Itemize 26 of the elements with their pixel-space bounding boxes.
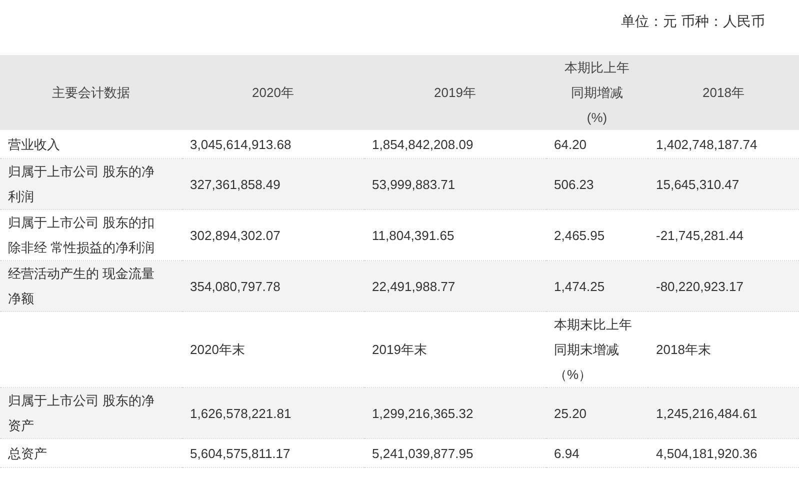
table-cell: -80,220,923.17: [648, 260, 799, 312]
unit-note: 单位：元 币种：人民币: [621, 13, 765, 29]
row-label: 归属于上市公司 股东的净资产: [0, 388, 182, 438]
row-label: 经营活动产生的 现金流量净额: [0, 260, 182, 312]
table-cell: 22,491,988.77: [364, 260, 546, 312]
table-cell: 1,626,578,221.81: [182, 388, 364, 438]
table-cell: 6.94: [546, 438, 648, 468]
table-cell: 327,361,858.49: [182, 158, 364, 210]
column-header: 2020年: [182, 55, 364, 130]
row-label: 总资产: [0, 438, 182, 468]
table-cell: 15,645,310.47: [648, 158, 799, 210]
column-header: 本期比上年同期增减(%): [546, 55, 648, 130]
table-cell: 1,245,216,484.61: [648, 388, 799, 438]
column-header: 主要会计数据: [0, 55, 182, 130]
table-cell: 1,474.25: [546, 260, 648, 312]
table-cell: 4,504,181,920.36: [648, 438, 799, 468]
table-cell: 354,080,797.78: [182, 260, 364, 312]
table-cell: 506.23: [546, 158, 648, 210]
table-cell: 53,999,883.71: [364, 158, 546, 210]
table-cell: 1,299,216,365.32: [364, 388, 546, 438]
row-label: 归属于上市公司 股东的净利润: [0, 158, 182, 210]
table-cell: 5,241,039,877.95: [364, 438, 546, 468]
column-header: 2019年: [364, 55, 546, 130]
table-cell: 25.20: [546, 388, 648, 438]
column-header: 2018年: [648, 55, 799, 130]
table-cell: 5,604,575,811.17: [182, 438, 364, 468]
